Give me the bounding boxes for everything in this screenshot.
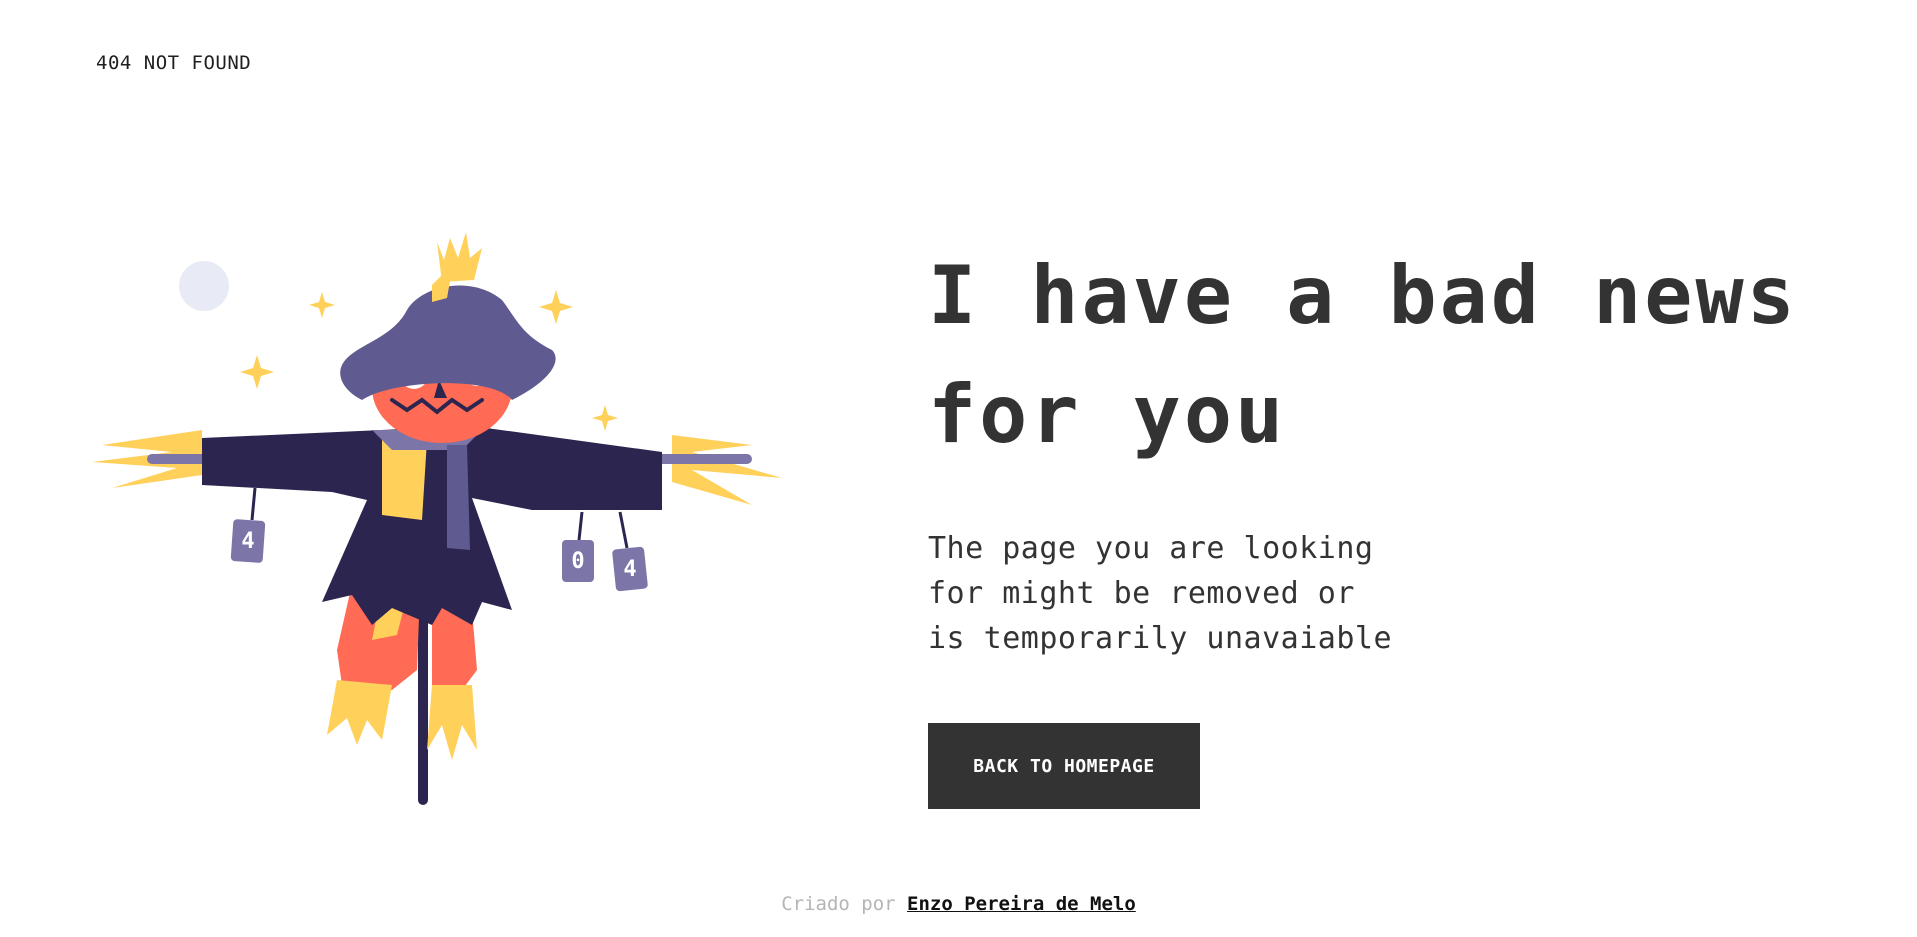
- page-title: I have a bad news for you: [928, 249, 1798, 461]
- error-description: The page you are looking for might be re…: [928, 531, 1393, 656]
- moon-icon: [179, 261, 229, 311]
- error-status-label: 404 NOT FOUND: [96, 52, 252, 74]
- straw-hand-right: [672, 435, 782, 505]
- can-label: 0: [571, 549, 584, 574]
- footer: Criado por Enzo Pereira de Melo: [0, 893, 1917, 915]
- footer-prefix: Criado por: [781, 893, 896, 915]
- error-content: I have a bad news for you The page you a…: [928, 236, 1828, 809]
- scarecrow-illustration: 4 0 4: [92, 232, 782, 805]
- back-to-homepage-button[interactable]: BACK TO HOMEPAGE: [928, 723, 1200, 809]
- author-link[interactable]: Enzo Pereira de Melo: [907, 893, 1136, 915]
- scarecrow-coat: [202, 426, 662, 625]
- can-label: 4: [241, 529, 254, 554]
- scarecrow-hat: [340, 232, 556, 400]
- can-label: 4: [623, 557, 636, 582]
